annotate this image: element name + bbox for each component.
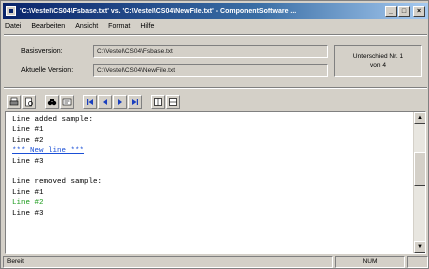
print-icon[interactable] — [7, 95, 21, 109]
scroll-thumb[interactable] — [414, 152, 425, 186]
first-diff-icon[interactable] — [83, 95, 97, 109]
current-version-label: Aktuelle Version: — [21, 67, 74, 74]
preview-icon[interactable] — [22, 95, 36, 109]
window-title: 'C:\Vestel\CS04\Fsbase.txt' vs. 'C:\Vest… — [20, 7, 297, 15]
menu-hilfe[interactable]: Hilfe — [140, 23, 154, 30]
resize-grip[interactable] — [407, 256, 428, 268]
difference-info-line2: von 4 — [370, 62, 386, 69]
scroll-up-button[interactable]: ▲ — [414, 112, 425, 124]
next-diff-icon[interactable] — [113, 95, 127, 109]
last-diff-icon[interactable] — [128, 95, 142, 109]
vertical-scrollbar[interactable]: ▲ ▼ — [413, 112, 425, 253]
code-line: Line #3 — [12, 209, 44, 218]
menu-bar: Datei Bearbeiten Ansicht Format Hilfe — [5, 20, 164, 32]
compare-editor[interactable]: Line added sample: Line #1 Line #2 *** N… — [5, 111, 426, 254]
code-lines: Line added sample: Line #1 Line #2 *** N… — [12, 115, 102, 219]
toolbar — [7, 94, 181, 110]
find-icon[interactable] — [45, 95, 59, 109]
status-bar: Bereit NUM — [3, 256, 428, 268]
num-lock-indicator: NUM — [335, 256, 405, 268]
menu-format[interactable]: Format — [108, 23, 130, 30]
menu-separator — [4, 34, 427, 36]
minimize-button[interactable]: _ — [385, 5, 397, 17]
view-split-icon[interactable] — [166, 95, 180, 109]
code-line: Line added sample: — [12, 116, 94, 124]
options-icon[interactable] — [60, 95, 74, 109]
prev-diff-icon[interactable] — [98, 95, 112, 109]
menu-bearbeiten[interactable]: Bearbeiten — [31, 23, 65, 30]
app-icon[interactable] — [6, 6, 16, 16]
code-line-removed: Line #2 — [12, 199, 44, 208]
title-bar[interactable]: 'C:\Vestel\CS04\Fsbase.txt' vs. 'C:\Vest… — [3, 3, 428, 19]
status-text: Bereit — [3, 256, 333, 268]
code-line-added: *** New line *** — [12, 147, 85, 156]
close-button[interactable]: × — [413, 5, 425, 17]
code-line: Line #1 — [12, 188, 44, 197]
view-single-icon[interactable] — [151, 95, 165, 109]
code-line: Line #2 — [12, 136, 44, 145]
maximize-button[interactable]: □ — [398, 5, 410, 17]
toolbar-separator — [4, 87, 427, 89]
menu-ansicht[interactable]: Ansicht — [75, 23, 98, 30]
difference-info-line1: Unterschied Nr. 1 — [352, 53, 404, 60]
difference-info: Unterschied Nr. 1 von 4 — [334, 45, 422, 77]
code-line: Line removed sample: — [12, 178, 103, 187]
app-window: 'C:\Vestel\CS04\Fsbase.txt' vs. 'C:\Vest… — [0, 0, 429, 269]
base-version-field[interactable]: C:\Vestel\CS04\Fsbase.txt — [93, 45, 328, 58]
base-version-label: Basisversion: — [21, 48, 63, 55]
code-line: Line #1 — [12, 126, 44, 135]
current-version-field[interactable]: C:\Vestel\CS04\NewFile.txt — [93, 64, 328, 77]
scroll-down-button[interactable]: ▼ — [414, 241, 425, 253]
code-line: Line #3 — [12, 157, 44, 166]
menu-datei[interactable]: Datei — [5, 23, 21, 30]
